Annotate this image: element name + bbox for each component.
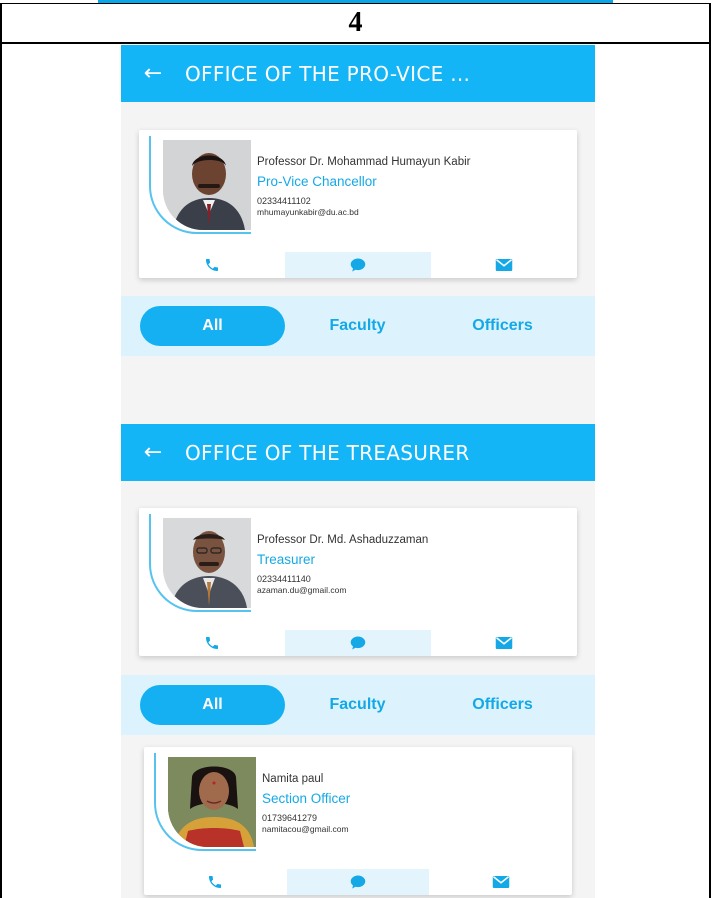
app-bar-treasurer: ← OFFICE OF THE TREASURER [121, 424, 595, 481]
tab-all[interactable]: All [140, 685, 285, 725]
email-button[interactable] [431, 252, 577, 278]
app-bar-pro-vice: ← OFFICE OF THE PRO-VICE ... [121, 45, 595, 102]
filter-tabs-pro-vice: All Faculty Officers [121, 296, 595, 356]
person-email: mhumayunkabir@du.ac.bd [257, 207, 359, 217]
envelope-icon [495, 259, 513, 271]
tab-all[interactable]: All [140, 306, 285, 346]
person-name: Professor Dr. Md. Ashaduzzaman [257, 534, 429, 546]
chat-bubble-icon [350, 258, 366, 272]
person-phone: 02334411102 [257, 196, 311, 206]
page-number: 4 [348, 7, 363, 38]
call-button[interactable] [139, 252, 285, 278]
phone-icon [206, 637, 218, 649]
person-name: Namita paul [262, 773, 324, 785]
person-name: Professor Dr. Mohammad Humayun Kabir [257, 156, 471, 168]
avatar-frame [149, 514, 251, 612]
table-border-right [709, 3, 711, 898]
back-arrow-icon[interactable]: ← [121, 61, 185, 86]
call-button[interactable] [139, 630, 285, 656]
contact-card-treasurer: Professor Dr. Md. Ashaduzzaman Treasurer… [139, 508, 577, 656]
email-button[interactable] [431, 630, 577, 656]
contact-actions [139, 630, 577, 656]
phone-icon [209, 876, 222, 888]
envelope-icon [495, 637, 513, 649]
person-phone: 01739641279 [262, 813, 318, 823]
person-email: azaman.du@gmail.com [257, 585, 347, 595]
avatar [163, 140, 251, 230]
contact-actions [139, 252, 577, 278]
phone-icon [206, 259, 218, 271]
call-button[interactable] [144, 869, 287, 895]
back-arrow-icon[interactable]: ← [121, 440, 185, 465]
message-button[interactable] [285, 630, 431, 656]
tab-faculty[interactable]: Faculty [285, 306, 430, 346]
tab-officers[interactable]: Officers [430, 685, 575, 725]
avatar-frame [149, 136, 251, 234]
person-role: Treasurer [257, 552, 316, 567]
filter-tabs-treasurer: All Faculty Officers [121, 675, 595, 735]
contact-card-pro-vice: Professor Dr. Mohammad Humayun Kabir Pro… [139, 130, 577, 278]
message-button[interactable] [285, 252, 431, 278]
avatar [163, 518, 251, 608]
list-item[interactable]: Namita paul Section Officer 01739641279 … [144, 747, 572, 895]
tab-officers[interactable]: Officers [430, 306, 575, 346]
email-button[interactable] [429, 869, 572, 895]
envelope-icon [492, 876, 509, 888]
person-email: namitacou@gmail.com [262, 824, 349, 834]
message-button[interactable] [286, 869, 430, 895]
avatar [168, 757, 256, 847]
contact-actions [144, 869, 572, 895]
table-border-left [0, 3, 2, 898]
tab-faculty[interactable]: Faculty [285, 685, 430, 725]
chat-bubble-icon [350, 636, 366, 650]
chat-bubble-icon [350, 875, 366, 889]
person-role: Section Officer [262, 791, 351, 806]
person-role: Pro-Vice Chancellor [257, 174, 377, 189]
person-phone: 02334411140 [257, 574, 311, 584]
app-screenshots: ← OFFICE OF THE PRO-VICE ... Professor D… [121, 45, 595, 898]
avatar-frame [154, 753, 256, 851]
app-bar-title: OFFICE OF THE PRO-VICE ... [185, 61, 471, 86]
app-bar-title: OFFICE OF THE TREASURER [185, 440, 470, 465]
